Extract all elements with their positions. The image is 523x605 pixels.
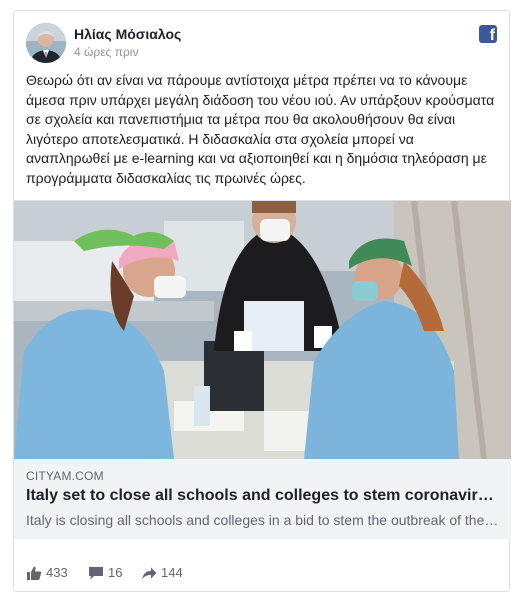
- link-preview-meta: CITYAM.COM Italy set to close all school…: [14, 459, 511, 539]
- shares-count: 144: [161, 565, 183, 580]
- facebook-icon[interactable]: f: [479, 25, 497, 44]
- share-icon: [142, 567, 157, 579]
- avatar-photo: [26, 23, 66, 63]
- author-name[interactable]: Ηλίας Μόσιαλος: [74, 26, 181, 42]
- comments-stat[interactable]: 16: [88, 563, 138, 583]
- link-preview[interactable]: CITYAM.COM Italy set to close all school…: [14, 200, 511, 539]
- link-title[interactable]: Italy set to close all schools and colle…: [26, 486, 501, 506]
- link-preview-image[interactable]: [14, 201, 511, 459]
- likes-stat[interactable]: 433: [26, 563, 76, 583]
- hospital-scene-image: [14, 201, 511, 459]
- post-text: Θεωρώ ότι αν είναι να πάρουμε αντίστοιχα…: [26, 72, 495, 186]
- link-domain: CITYAM.COM: [26, 469, 104, 483]
- link-description: Italy is closing all schools and college…: [26, 512, 501, 528]
- post-timestamp[interactable]: 4 ώρες πριν: [74, 45, 138, 59]
- post-header: Ηλίας Μόσιαλος 4 ώρες πριν f: [26, 23, 497, 63]
- facebook-post-card: Ηλίας Μόσιαλος 4 ώρες πριν f Θεωρώ ότι α…: [13, 10, 511, 592]
- author-avatar[interactable]: [26, 23, 66, 63]
- like-icon: [27, 566, 42, 580]
- likes-count: 433: [46, 565, 68, 580]
- comments-count: 16: [108, 565, 123, 580]
- shares-stat[interactable]: 144: [141, 563, 201, 583]
- comment-icon: [89, 567, 103, 580]
